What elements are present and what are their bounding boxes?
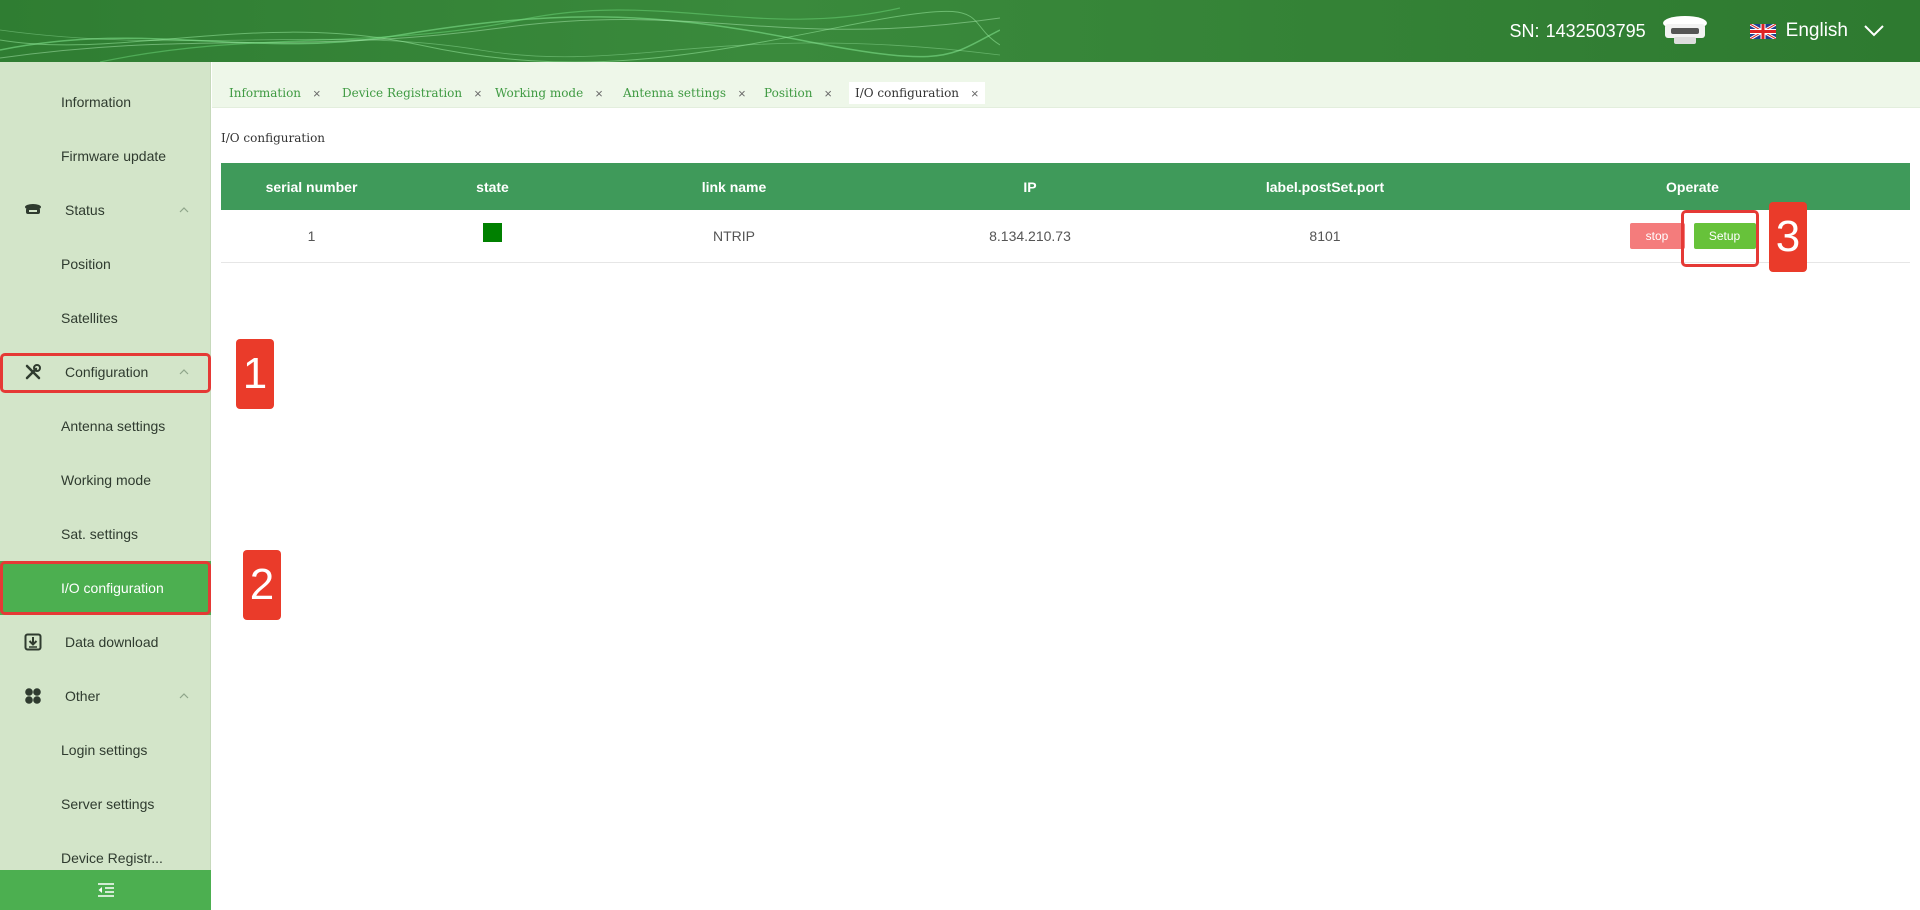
sn-value: 1432503795: [1545, 20, 1646, 41]
tab-io-configuration[interactable]: I/O configuration ×: [849, 82, 985, 104]
close-icon[interactable]: ×: [474, 86, 482, 101]
chevron-down-icon: [1864, 25, 1884, 37]
tab-label: Working mode: [495, 86, 584, 100]
sidebar-group-label: Data download: [65, 634, 159, 650]
sidebar-item-label: Information: [61, 94, 132, 110]
sidebar-item-label: Server settings: [61, 796, 155, 812]
stop-button[interactable]: stop: [1629, 223, 1685, 249]
menu-collapse-icon: [97, 883, 114, 897]
sidebar-item-login-settings[interactable]: Login settings: [0, 723, 211, 777]
annotation-number: 1: [236, 339, 274, 409]
tab-label: I/O configuration: [855, 86, 960, 100]
chevron-up-icon: [179, 207, 189, 213]
sidebar-item-label: Firmware update: [61, 148, 167, 164]
sidebar-group-status[interactable]: Status: [0, 183, 211, 237]
sidebar-item-satellites[interactable]: Satellites: [0, 291, 211, 345]
sn-label: SN:: [1509, 20, 1540, 41]
sidebar-collapse-button[interactable]: [0, 870, 211, 910]
sidebar-item-server-settings[interactable]: Server settings: [0, 777, 211, 831]
sidebar-group-label: Other: [65, 688, 101, 704]
close-icon[interactable]: ×: [738, 86, 746, 101]
tab-label: Antenna settings: [623, 86, 727, 100]
grid-icon: [25, 688, 41, 704]
tab-device-registration[interactable]: Device Registration ×: [336, 82, 488, 104]
column-header: label.postSet.port: [1265, 178, 1385, 195]
tab-bar: Information × Device Registration × Work…: [212, 62, 1920, 108]
close-icon[interactable]: ×: [595, 86, 603, 101]
highlight-setup-button: [1681, 210, 1759, 267]
link-name-cell: NTRIP: [713, 228, 755, 244]
table-row: 1 NTRIP 8.134.210.73 8101 stop Setup: [221, 210, 1910, 263]
sidebar-item-label: Position: [61, 256, 111, 272]
sidebar-item-label: Login settings: [61, 742, 148, 758]
close-icon[interactable]: ×: [313, 86, 321, 101]
close-icon[interactable]: ×: [971, 86, 979, 101]
receiver-icon: [25, 204, 41, 214]
column-header: state: [476, 178, 509, 195]
sidebar-group-other[interactable]: Other: [0, 669, 211, 723]
tab-working-mode[interactable]: Working mode ×: [489, 82, 609, 104]
sidebar-item-position[interactable]: Position: [0, 237, 211, 291]
port-cell: 8101: [1309, 228, 1341, 244]
sidebar-group-label: Status: [65, 202, 105, 218]
annotation-number: 3: [1769, 202, 1807, 272]
top-header: SN: 1432503795 English: [0, 0, 1920, 62]
language-selector[interactable]: English: [1749, 20, 1884, 42]
highlight-configuration: [0, 353, 211, 393]
sidebar-item-firmware-update[interactable]: Firmware update: [0, 129, 211, 183]
sidebar-item-label: Antenna settings: [61, 418, 166, 434]
tab-label: Device Registration: [342, 86, 463, 100]
serial-number-cell: 1: [307, 228, 316, 244]
state-cell: [402, 222, 583, 242]
io-table: serial number state link name IP label.p…: [221, 163, 1910, 263]
sidebar-item-label: Working mode: [61, 472, 152, 488]
tab-position[interactable]: Position ×: [758, 82, 838, 104]
page-title: I/O configuration: [221, 131, 326, 145]
close-icon[interactable]: ×: [824, 86, 832, 101]
column-header: IP: [1023, 178, 1037, 195]
main-content: I/O configuration serial number state li…: [212, 108, 1920, 910]
chevron-up-icon: [179, 693, 189, 699]
table-header: serial number state link name IP label.p…: [221, 163, 1910, 210]
annotation-number: 2: [243, 550, 281, 620]
column-header: link name: [701, 178, 767, 195]
sidebar-item-antenna-settings[interactable]: Antenna settings: [0, 399, 211, 453]
header-wave-decoration: [0, 7, 1000, 62]
sidebar-group-data-download[interactable]: Data download: [0, 615, 211, 669]
ip-cell: 8.134.210.73: [989, 228, 1071, 244]
tab-information[interactable]: Information ×: [223, 82, 327, 104]
sidebar-item-label: Satellites: [61, 310, 118, 326]
language-label: English: [1785, 20, 1848, 41]
highlight-io-configuration: [0, 561, 211, 615]
sidebar-item-label: Sat. settings: [61, 526, 139, 542]
sidebar-item-label: Device Registr...: [61, 850, 163, 866]
sidebar: Information Firmware update Status Posit…: [0, 62, 211, 910]
download-icon: [24, 633, 42, 651]
state-indicator: [483, 222, 502, 242]
tab-antenna-settings[interactable]: Antenna settings ×: [617, 82, 752, 104]
column-header: serial number: [265, 178, 358, 195]
sidebar-item-information[interactable]: Information: [0, 75, 211, 129]
gnss-receiver-icon: [1662, 16, 1707, 44]
serial-number-display: SN: 1432503795: [1510, 21, 1646, 42]
uk-flag-icon: [1749, 23, 1776, 39]
tab-label: Information: [229, 86, 302, 100]
tab-label: Position: [764, 86, 813, 100]
sidebar-item-sat-settings[interactable]: Sat. settings: [0, 507, 211, 561]
sidebar-item-working-mode[interactable]: Working mode: [0, 453, 211, 507]
column-header: Operate: [1666, 178, 1719, 195]
